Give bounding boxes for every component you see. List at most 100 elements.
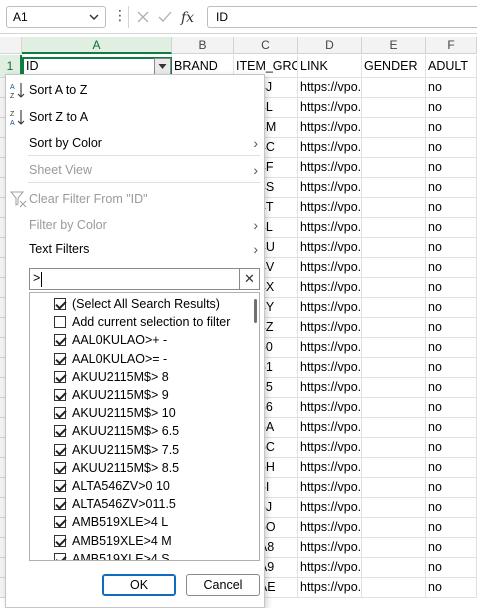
filter-value-item[interactable]: AAL0KULAO>+ - [30, 331, 252, 349]
table-cell[interactable]: https://vpo.ca/prod [298, 278, 362, 298]
sort-by-color-item[interactable]: Sort by Color › [6, 130, 264, 156]
checkbox-checked-icon[interactable] [54, 370, 66, 383]
table-cell[interactable]: no [426, 98, 477, 118]
checkbox-checked-icon[interactable] [54, 552, 66, 560]
filter-value-item[interactable]: AAL0KULAO>= - [30, 350, 252, 368]
table-cell[interactable]: https://vpo.ca/prod [298, 178, 362, 198]
column-header-a[interactable]: A [22, 37, 172, 54]
ok-button[interactable]: OK [102, 574, 176, 596]
checkbox-checked-icon[interactable] [54, 498, 66, 511]
table-cell[interactable]: https://vpo.ca/prod [298, 198, 362, 218]
table-cell[interactable] [362, 438, 426, 458]
table-cell[interactable]: no [426, 218, 477, 238]
search-input[interactable]: > ✕ [29, 268, 260, 290]
table-cell[interactable] [362, 458, 426, 478]
insert-function-icon[interactable]: fx [179, 8, 199, 26]
table-cell[interactable] [362, 78, 426, 98]
table-cell[interactable]: no [426, 438, 477, 458]
filter-dropdown-button[interactable] [154, 58, 171, 75]
checkbox-checked-icon[interactable] [54, 334, 66, 347]
filter-value-item[interactable]: AMB519XLE>4 L [30, 513, 252, 531]
filter-value-item[interactable]: AKUU2115M$> 7.5 [30, 441, 252, 459]
table-cell[interactable]: no [426, 198, 477, 218]
table-cell[interactable]: https://vpo.ca/prod [298, 238, 362, 258]
table-cell[interactable] [362, 418, 426, 438]
table-cell[interactable]: https://vpo.ca/prod [298, 78, 362, 98]
chevron-down-icon[interactable] [87, 9, 101, 25]
table-cell[interactable]: https://vpo.ca/prod [298, 558, 362, 578]
table-cell[interactable]: no [426, 318, 477, 338]
column-header-e[interactable]: E [362, 37, 426, 54]
table-cell[interactable] [362, 538, 426, 558]
table-cell[interactable]: https://vpo.ca/prod [298, 98, 362, 118]
table-cell[interactable]: https://vpo.ca/prod [298, 318, 362, 338]
list-scrollbar[interactable] [254, 299, 257, 323]
checkbox-checked-icon[interactable] [54, 425, 66, 438]
checkbox-checked-icon[interactable] [54, 407, 66, 420]
table-cell[interactable] [362, 258, 426, 278]
filter-value-item[interactable]: AKUU2115M$> 8.5 [30, 459, 252, 477]
table-cell[interactable]: https://vpo.ca/prod [298, 218, 362, 238]
table-cell[interactable] [362, 378, 426, 398]
table-cell[interactable] [362, 358, 426, 378]
checkbox-checked-icon[interactable] [54, 389, 66, 401]
table-cell[interactable]: no [426, 298, 477, 318]
enter-check-icon[interactable] [157, 9, 173, 25]
clear-search-icon[interactable]: ✕ [239, 269, 259, 289]
table-cell[interactable] [362, 218, 426, 238]
sort-a-to-z-item[interactable]: A Z Sort A to Z [6, 77, 264, 103]
table-cell[interactable]: no [426, 238, 477, 258]
table-cell[interactable]: no [426, 358, 477, 378]
checkbox-checked-icon[interactable] [54, 298, 66, 310]
table-cell[interactable]: https://vpo.ca/prod [298, 418, 362, 438]
table-cell[interactable]: https://vpo.ca/prod [298, 378, 362, 398]
filter-value-item[interactable]: AMB519XLE>4 M [30, 532, 252, 550]
sort-z-to-a-item[interactable]: Z A Sort Z to A [6, 104, 264, 130]
select-all-corner[interactable] [0, 37, 22, 54]
table-cell[interactable]: no [426, 498, 477, 518]
table-cell[interactable]: no [426, 558, 477, 578]
filter-value-item[interactable]: Add current selection to filter [30, 313, 252, 331]
table-cell[interactable]: https://vpo.ca/prod [298, 518, 362, 538]
filter-value-item[interactable]: (Select All Search Results) [30, 295, 252, 313]
table-cell[interactable]: no [426, 338, 477, 358]
table-cell[interactable]: https://vpo.ca/prod [298, 538, 362, 558]
filter-value-item[interactable]: AMB519XLE>4 S [30, 550, 252, 560]
checkbox-checked-icon[interactable] [54, 480, 66, 492]
table-cell[interactable] [362, 198, 426, 218]
filter-value-item[interactable]: AKUU2115M$> 10 [30, 404, 252, 422]
table-cell[interactable]: no [426, 418, 477, 438]
checkbox-checked-icon[interactable] [54, 443, 66, 456]
filter-value-item[interactable]: ALTA546ZV>0 10 [30, 477, 252, 495]
column-header-b[interactable]: B [172, 37, 234, 54]
table-cell[interactable]: no [426, 138, 477, 158]
cell-f1[interactable]: ADULT [426, 55, 477, 78]
table-cell[interactable] [362, 98, 426, 118]
table-cell[interactable]: no [426, 118, 477, 138]
table-cell[interactable]: no [426, 398, 477, 418]
table-cell[interactable] [362, 578, 426, 598]
table-cell[interactable]: no [426, 278, 477, 298]
table-cell[interactable]: https://vpo.ca/prod [298, 398, 362, 418]
table-cell[interactable] [362, 498, 426, 518]
table-cell[interactable]: https://vpo.ca/prod [298, 258, 362, 278]
cancel-button[interactable]: Cancel [186, 574, 260, 596]
table-cell[interactable] [362, 178, 426, 198]
table-cell[interactable]: https://vpo.ca/prod [298, 458, 362, 478]
table-cell[interactable]: no [426, 518, 477, 538]
more-options-icon[interactable]: ⋮ [113, 7, 127, 24]
table-cell[interactable]: https://vpo.ca/prod [298, 298, 362, 318]
table-cell[interactable] [362, 278, 426, 298]
table-cell[interactable] [362, 138, 426, 158]
table-cell[interactable] [362, 158, 426, 178]
table-cell[interactable] [362, 118, 426, 138]
filter-value-item[interactable]: AKUU2115M$> 9 [30, 386, 252, 404]
table-cell[interactable] [362, 558, 426, 578]
table-cell[interactable]: https://vpo.ca/prod [298, 358, 362, 378]
table-cell[interactable]: no [426, 538, 477, 558]
table-cell[interactable] [362, 518, 426, 538]
cancel-icon[interactable] [135, 9, 151, 25]
checkbox-checked-icon[interactable] [54, 516, 66, 529]
table-cell[interactable]: https://vpo.ca/prod [298, 158, 362, 178]
checkbox-checked-icon[interactable] [54, 534, 66, 547]
